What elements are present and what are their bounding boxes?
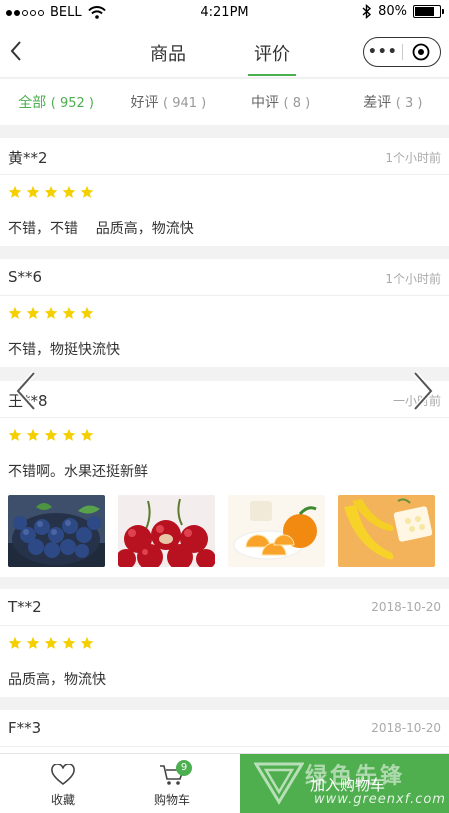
- tab-goods[interactable]: 商品: [150, 40, 186, 76]
- filter-negative-count: ( 3 ): [395, 96, 423, 111]
- bottom-action-bar: 收藏 9 购物车 绿色先锋 加入购物车 www.greenxf.com: [0, 753, 449, 813]
- star-icon: [26, 636, 40, 649]
- favorite-button[interactable]: 收藏: [33, 763, 93, 808]
- more-button[interactable]: •••: [364, 44, 402, 60]
- review-time: 2018-10-20: [371, 600, 441, 614]
- tab-reviews-label: 评价: [254, 44, 290, 65]
- star-icon: [44, 306, 58, 319]
- active-tab-underline: [248, 74, 296, 76]
- filter-positive-label: 好评: [130, 95, 159, 111]
- target-icon: [412, 43, 430, 61]
- watermark-logo-icon: [254, 762, 304, 805]
- reviewer-name: T**2: [8, 598, 42, 616]
- add-to-cart-button[interactable]: 绿色先锋 加入购物车 www.greenxf.com: [240, 754, 449, 813]
- star-icon: [8, 306, 22, 319]
- review-text: 不错，不错 品质高，物流快: [8, 221, 194, 237]
- status-bar: BELL 4:21PM 80%: [0, 0, 449, 26]
- review-text: 不错啊。水果还挺新鲜: [8, 464, 148, 480]
- reviewer-name: S**6: [8, 268, 43, 286]
- review-item: S**6 1个小时前 不错，物挺快流快: [0, 259, 449, 367]
- filter-neutral-count: ( 8 ): [283, 96, 311, 111]
- review-item: 王**8 一小时前 不错啊。水果还挺新鲜: [0, 381, 449, 577]
- star-icon: [8, 185, 22, 198]
- filter-all[interactable]: 全部 ( 952 ): [0, 92, 112, 112]
- filter-negative[interactable]: 差评 ( 3 ): [337, 92, 449, 112]
- oranges-image[interactable]: [228, 495, 325, 567]
- review-text: 不错，物挺快流快: [8, 342, 120, 358]
- filter-all-label: 全部: [18, 95, 47, 111]
- star-icon: [44, 185, 58, 198]
- star-icon: [8, 428, 22, 441]
- review-images: [8, 495, 435, 567]
- blueberries-image[interactable]: [8, 495, 105, 567]
- heart-icon: [51, 763, 75, 786]
- filter-positive-count: ( 941 ): [162, 96, 207, 111]
- filter-positive[interactable]: 好评 ( 941 ): [112, 92, 224, 112]
- review-header: 黄**2 1个小时前: [0, 138, 449, 175]
- nav-bar: 商品 评价 •••: [0, 26, 449, 78]
- review-time: 1个小时前: [385, 272, 441, 286]
- filter-neutral[interactable]: 中评 ( 8 ): [225, 92, 337, 112]
- review-time: 2018-10-20: [371, 721, 441, 735]
- review-header: T**2 2018-10-20: [0, 589, 449, 626]
- filter-all-count: ( 952 ): [50, 96, 94, 111]
- close-mini-program-button[interactable]: [403, 43, 441, 61]
- review-time: 1个小时前: [385, 151, 441, 165]
- bluetooth-icon: [362, 4, 372, 19]
- bananas-image[interactable]: [338, 495, 435, 567]
- battery-icon: [413, 5, 444, 18]
- star-icon: [62, 185, 76, 198]
- filter-neutral-label: 中评: [251, 95, 280, 111]
- star-rating: [8, 636, 94, 650]
- back-icon[interactable]: [6, 38, 28, 64]
- star-icon: [62, 306, 76, 319]
- cart-label: 购物车: [153, 793, 190, 807]
- star-icon: [26, 185, 40, 198]
- star-icon: [26, 306, 40, 319]
- tab-reviews[interactable]: 评价: [248, 40, 296, 76]
- status-right: 80%: [362, 4, 444, 19]
- reviewer-name: 黄**2: [8, 149, 48, 167]
- cherries-image[interactable]: [118, 495, 215, 567]
- star-rating: [8, 428, 94, 442]
- review-header: S**6 1个小时前: [0, 259, 449, 296]
- reviewer-name: F**3: [8, 719, 42, 737]
- battery-percent: 80%: [378, 4, 407, 19]
- star-icon: [80, 306, 94, 319]
- review-item: T**2 2018-10-20 品质高，物流快: [0, 589, 449, 697]
- chevron-right-icon[interactable]: [407, 370, 437, 412]
- reviews-page: BELL 4:21PM 80% 商品 评价 ••• 全部 (952) 好评 …: [0, 0, 449, 813]
- favorite-label: 收藏: [50, 793, 75, 807]
- watermark-url: www.greenxf.com: [314, 792, 446, 807]
- star-icon: [80, 636, 94, 649]
- cart-count-badge: 9: [176, 760, 192, 776]
- star-icon: [8, 636, 22, 649]
- star-icon: [44, 428, 58, 441]
- star-icon: [62, 636, 76, 649]
- cart-button[interactable]: 9 购物车: [142, 760, 202, 808]
- filter-negative-label: 差评: [363, 95, 392, 111]
- star-icon: [80, 185, 94, 198]
- review-header: F**3 2018-10-20: [0, 710, 449, 747]
- star-rating: [8, 185, 94, 199]
- chevron-left-icon[interactable]: [12, 370, 42, 412]
- review-item: 黄**2 1个小时前 不错，不错 品质高，物流快: [0, 138, 449, 246]
- star-icon: [62, 428, 76, 441]
- review-text: 品质高，物流快: [8, 672, 106, 688]
- review-header: 王**8 一小时前: [0, 381, 449, 418]
- menu-capsule: •••: [363, 37, 441, 67]
- star-icon: [26, 428, 40, 441]
- star-icon: [80, 428, 94, 441]
- review-filter-bar: 全部 ( 952 ) 好评 ( 941 ) 中评 ( 8 ) 差评 ( 3 ): [0, 79, 449, 125]
- star-icon: [44, 636, 58, 649]
- star-rating: [8, 306, 94, 320]
